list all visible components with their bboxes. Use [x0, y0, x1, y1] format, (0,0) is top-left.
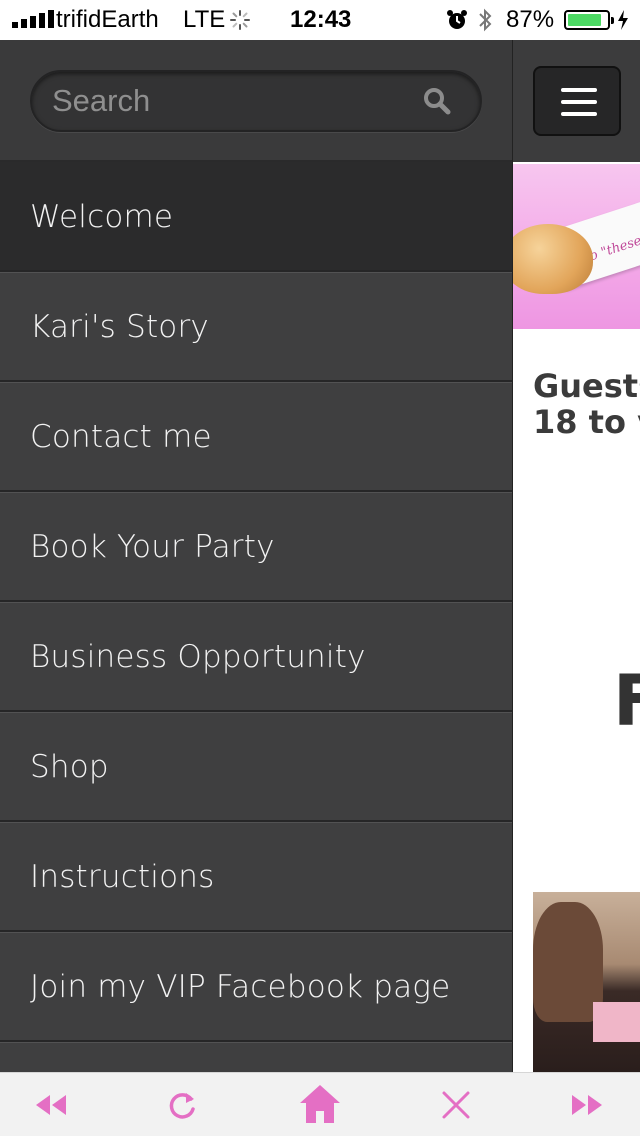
network-type: LTE [183, 6, 226, 33]
menu-item-label: Book Your Party [30, 529, 275, 565]
clock: 12:43 [290, 6, 352, 33]
bluetooth-icon [479, 8, 492, 32]
search-input[interactable] [52, 72, 422, 130]
menu-item-contact-me[interactable]: Contact me [0, 382, 512, 492]
search-icon[interactable] [422, 86, 452, 116]
menu-item-label: Welcome [30, 199, 174, 235]
headline-line-1: Guests [533, 367, 640, 405]
close-icon[interactable] [436, 1087, 476, 1123]
portrait-photo [533, 892, 640, 1072]
menu-item-business-opportunity[interactable]: Business Opportunity [0, 602, 512, 712]
menu-item-label: Shop [30, 749, 109, 785]
menu-list: Welcome Kari's Story Contact me Book You… [0, 162, 512, 1072]
charging-icon [618, 10, 628, 30]
fast-forward-icon[interactable] [568, 1087, 608, 1123]
alarm-icon [447, 10, 467, 29]
menu-toggle-button[interactable] [533, 66, 621, 136]
bottom-toolbar [0, 1072, 640, 1136]
fortune-cookie-image [513, 224, 593, 294]
drawer-header [0, 40, 512, 162]
reload-icon[interactable] [162, 1087, 202, 1123]
menu-item-shop[interactable]: Shop [0, 712, 512, 822]
carrier-name: trifidEarth [56, 6, 159, 33]
headline-line-2: 18 to v [533, 403, 640, 441]
page-content: I do "these" pa Guests 18 to v F [512, 40, 640, 1072]
menu-item-label: Instructions [30, 859, 215, 895]
signal-strength-icon [12, 10, 54, 28]
page-headline: Guests 18 to v [533, 368, 640, 440]
search-box[interactable] [30, 70, 482, 132]
menu-item-more[interactable] [0, 1042, 512, 1072]
home-icon[interactable] [298, 1081, 342, 1125]
menu-item-instructions[interactable]: Instructions [0, 822, 512, 932]
fortune-cookie-banner-image: I do "these" pa [513, 164, 640, 329]
menu-item-label: Kari's Story [30, 309, 209, 345]
side-navigation-drawer: Welcome Kari's Story Contact me Book You… [0, 40, 512, 1072]
menu-item-label: Join my VIP Facebook page [30, 969, 451, 1005]
activity-spinner-icon [230, 10, 250, 30]
menu-item-label: Business Opportunity [30, 639, 366, 675]
rewind-icon[interactable] [30, 1087, 70, 1123]
status-bar: trifidEarth LTE 12:43 87% [0, 0, 640, 40]
content-header [513, 40, 640, 162]
battery-icon [564, 10, 614, 30]
menu-item-book-your-party[interactable]: Book Your Party [0, 492, 512, 602]
menu-item-label: Contact me [30, 419, 212, 455]
menu-item-welcome[interactable]: Welcome [0, 162, 512, 272]
battery-percent: 87% [506, 6, 555, 33]
menu-item-karis-story[interactable]: Kari's Story [0, 272, 512, 382]
menu-item-vip-facebook[interactable]: Join my VIP Facebook page [0, 932, 512, 1042]
large-heading-fragment: F [613, 660, 640, 742]
